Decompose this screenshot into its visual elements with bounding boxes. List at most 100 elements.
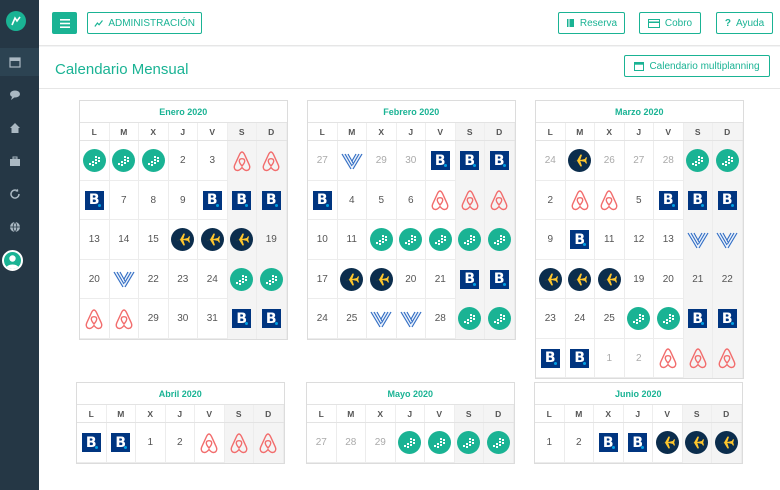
day-cell[interactable]: 22 [139,259,169,299]
day-cell[interactable]: B [455,141,485,181]
briefcase-icon[interactable] [8,154,22,168]
airbnb-logo[interactable] [429,188,451,212]
day-cell[interactable]: 29 [139,299,169,339]
booking-logo[interactable]: B [261,190,281,210]
vrbo-logo[interactable] [715,231,739,249]
day-cell[interactable] [566,259,595,299]
day-cell[interactable] [396,423,425,463]
day-cell[interactable] [683,220,713,260]
expedia-logo[interactable] [568,267,592,291]
day-cell[interactable] [80,141,110,181]
day-cell[interactable]: 2 [166,423,195,463]
airbnb-logo[interactable] [488,188,510,212]
booking-logo[interactable]: B [232,309,252,329]
day-cell[interactable]: 9 [536,220,566,260]
day-cell[interactable]: 24 [566,299,595,339]
channel-manager-logo[interactable] [428,228,452,252]
day-cell[interactable]: B [594,423,624,463]
day-cell[interactable] [682,423,712,463]
day-cell[interactable] [110,141,139,181]
channel-manager-logo[interactable] [686,149,710,173]
chat-icon[interactable] [8,88,22,102]
day-cell[interactable] [254,423,284,463]
day-cell[interactable]: 13 [654,220,684,260]
day-cell[interactable]: B [227,299,257,339]
day-cell[interactable]: 5 [625,180,654,220]
expedia-logo[interactable] [538,267,562,291]
day-cell[interactable]: B [683,180,713,220]
day-cell[interactable] [80,299,110,339]
day-cell[interactable] [169,220,198,260]
expedia-logo[interactable] [597,267,621,291]
day-cell[interactable]: 13 [80,220,110,260]
airbnb-logo[interactable] [83,307,105,331]
day-cell[interactable]: 9 [169,180,198,220]
day-cell[interactable] [397,220,426,260]
booking-logo[interactable]: B [688,190,708,210]
day-cell[interactable]: B [536,338,566,378]
day-cell[interactable] [110,299,139,339]
day-cell[interactable]: 2 [565,423,594,463]
day-cell[interactable] [227,259,257,299]
channel-manager-logo[interactable] [458,228,482,252]
day-cell[interactable] [338,259,367,299]
day-cell[interactable]: B [654,180,684,220]
booking-logo[interactable]: B [688,309,708,329]
channel-manager-logo[interactable] [112,149,136,173]
expedia-logo[interactable] [714,431,738,455]
day-cell[interactable]: 3 [198,141,228,181]
day-cell[interactable]: B [455,259,485,299]
day-cell[interactable] [426,180,456,220]
airbnb-logo[interactable] [598,188,620,212]
booking-logo[interactable]: B [489,269,509,289]
day-cell[interactable] [625,299,654,339]
day-cell[interactable] [227,141,257,181]
day-cell[interactable]: B [426,141,456,181]
day-cell[interactable]: B [198,180,228,220]
day-cell[interactable] [367,220,397,260]
airbnb-logo[interactable] [228,431,250,455]
day-cell[interactable]: 24 [308,299,338,339]
day-cell[interactable] [139,141,169,181]
booking-logo[interactable]: B [489,151,509,171]
day-cell[interactable] [595,259,625,299]
channel-manager-logo[interactable] [627,307,651,331]
day-cell[interactable]: B [227,180,257,220]
day-cell[interactable]: B [683,299,713,339]
day-cell[interactable]: 5 [367,180,397,220]
booking-logo[interactable]: B [717,190,737,210]
day-cell[interactable]: 1 [535,423,565,463]
day-cell[interactable]: 21 [683,259,713,299]
day-cell[interactable]: B [713,180,743,220]
day-cell[interactable]: 31 [198,299,228,339]
airbnb-logo[interactable] [687,346,709,370]
day-cell[interactable] [455,180,485,220]
day-cell[interactable]: B [257,180,287,220]
day-cell[interactable]: 8 [139,180,169,220]
day-cell[interactable]: B [485,259,515,299]
channel-manager-logo[interactable] [715,149,739,173]
day-cell[interactable]: 27 [307,423,337,463]
booking-logo[interactable]: B [570,348,590,368]
channel-manager-logo[interactable] [458,307,482,331]
day-cell[interactable] [536,259,566,299]
booking-logo[interactable]: B [540,348,560,368]
channel-manager-logo[interactable] [259,267,283,291]
channel-manager-logo[interactable] [82,149,106,173]
ayuda-button[interactable]: ? Ayuda [716,12,773,34]
day-cell[interactable]: 30 [169,299,198,339]
calendar-icon[interactable] [8,55,22,69]
channel-manager-logo[interactable] [486,431,510,455]
day-cell[interactable] [595,180,625,220]
day-cell[interactable] [654,299,684,339]
booking-logo[interactable]: B [81,433,101,453]
day-cell[interactable]: B [77,423,107,463]
day-cell[interactable] [653,423,683,463]
day-cell[interactable]: B [624,423,653,463]
day-cell[interactable]: 20 [80,259,110,299]
day-cell[interactable]: 2 [536,180,566,220]
day-cell[interactable] [713,338,743,378]
day-cell[interactable]: 17 [308,259,338,299]
booking-logo[interactable]: B [202,190,222,210]
day-cell[interactable] [426,220,456,260]
